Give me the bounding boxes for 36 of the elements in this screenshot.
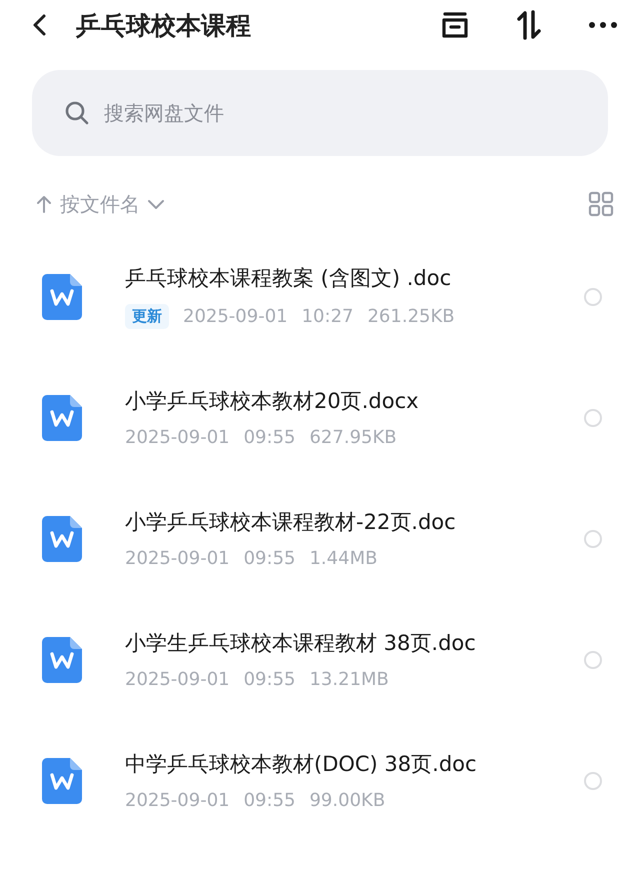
file-date: 2025-09-01: [125, 548, 230, 569]
select-radio[interactable]: [584, 408, 602, 426]
select-radio[interactable]: [584, 650, 602, 668]
update-tag: 更新: [125, 304, 169, 329]
file-name[interactable]: 小学乒乓球校本课程教材-22页.doc: [125, 508, 584, 536]
file-size: 627.95KB: [309, 427, 397, 448]
page-title: 乒乓球校本课程: [76, 10, 252, 42]
arrow-up-icon: [34, 194, 54, 214]
file-size: 99.00KB: [309, 790, 386, 811]
word-file-icon: [42, 394, 82, 440]
select-radio[interactable]: [584, 288, 602, 306]
file-name[interactable]: 中学乒乓球校本教材(DOC) 38页.doc: [125, 750, 584, 778]
word-file-icon: [42, 758, 82, 804]
search-icon: [64, 100, 90, 126]
file-date: 2025-09-01: [183, 306, 288, 327]
file-size: 13.21MB: [309, 669, 389, 690]
file-name[interactable]: 小学生乒乓球校本课程教材 38页.doc: [125, 629, 584, 657]
search-field[interactable]: 搜索网盘文件: [102, 100, 576, 126]
file-time: 09:55: [244, 548, 296, 569]
file-size: 261.25KB: [367, 306, 455, 327]
file-date: 2025-09-01: [125, 669, 230, 690]
grid-view-icon[interactable]: [588, 191, 614, 217]
file-time: 09:55: [244, 427, 296, 448]
file-time: 10:27: [302, 306, 354, 327]
word-file-icon: [42, 274, 82, 320]
select-radio[interactable]: [584, 772, 602, 790]
file-name[interactable]: 小学乒乓球校本教材20页.docx: [125, 387, 584, 415]
file-time: 09:55: [244, 790, 296, 811]
word-file-icon: [42, 516, 82, 562]
word-file-icon: [42, 636, 82, 682]
file-date: 2025-09-01: [125, 427, 230, 448]
file-size: 1.44MB: [309, 548, 378, 569]
file-date: 2025-09-01: [125, 790, 230, 811]
file-name[interactable]: 乒乓球校本课程教案 (含图文) .doc: [125, 264, 584, 292]
file-time: 09:55: [244, 669, 296, 690]
select-radio[interactable]: [584, 530, 602, 548]
